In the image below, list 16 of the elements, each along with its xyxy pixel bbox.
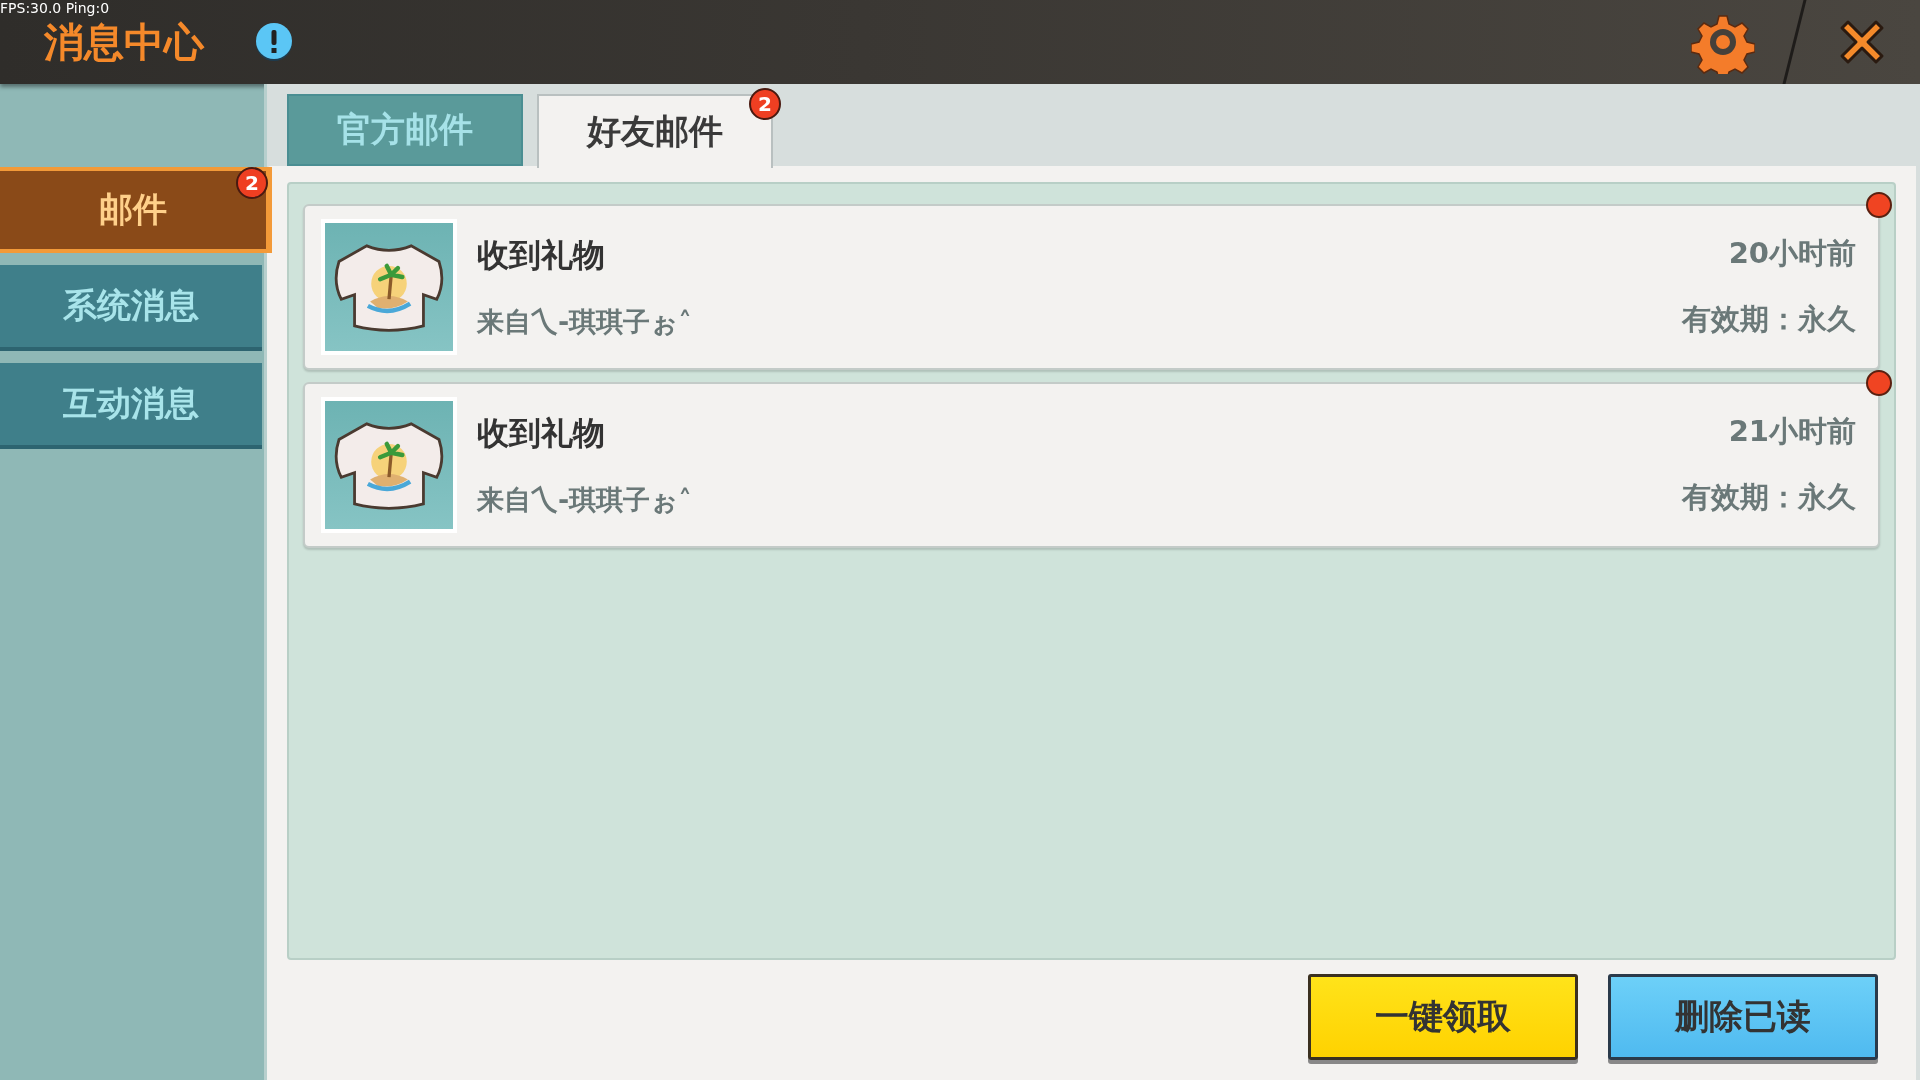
mail-time: 21小时前 [1728, 413, 1856, 450]
mail-expiry: 有效期：永久 [1682, 301, 1856, 338]
mail-time: 20小时前 [1728, 235, 1856, 272]
debug-overlay-text: FPS:30.0 Ping:0 [0, 0, 110, 16]
mail-title: 收到礼物 [477, 235, 606, 276]
mail-sender: 来自乀-琪琪子ぉ˄ [477, 483, 693, 517]
mail-sender: 来自乀-琪琪子ぉ˄ [477, 305, 693, 339]
mail-card[interactable]: 收到礼物 来自乀-琪琪子ぉ˄ 20小时前 有效期：永久 [303, 204, 1880, 370]
info-icon[interactable] [254, 21, 294, 63]
mail-title: 收到礼物 [477, 413, 606, 454]
t-shirt-icon [321, 219, 457, 355]
window-title: 消息中心 [44, 17, 204, 67]
mail-card[interactable]: 收到礼物 来自乀-琪琪子ぉ˄ 21小时前 有效期：永久 [303, 382, 1880, 548]
mail-expiry: 有效期：永久 [1682, 479, 1856, 516]
notification-badge: 2 [749, 88, 781, 120]
t-shirt-icon [321, 397, 457, 533]
